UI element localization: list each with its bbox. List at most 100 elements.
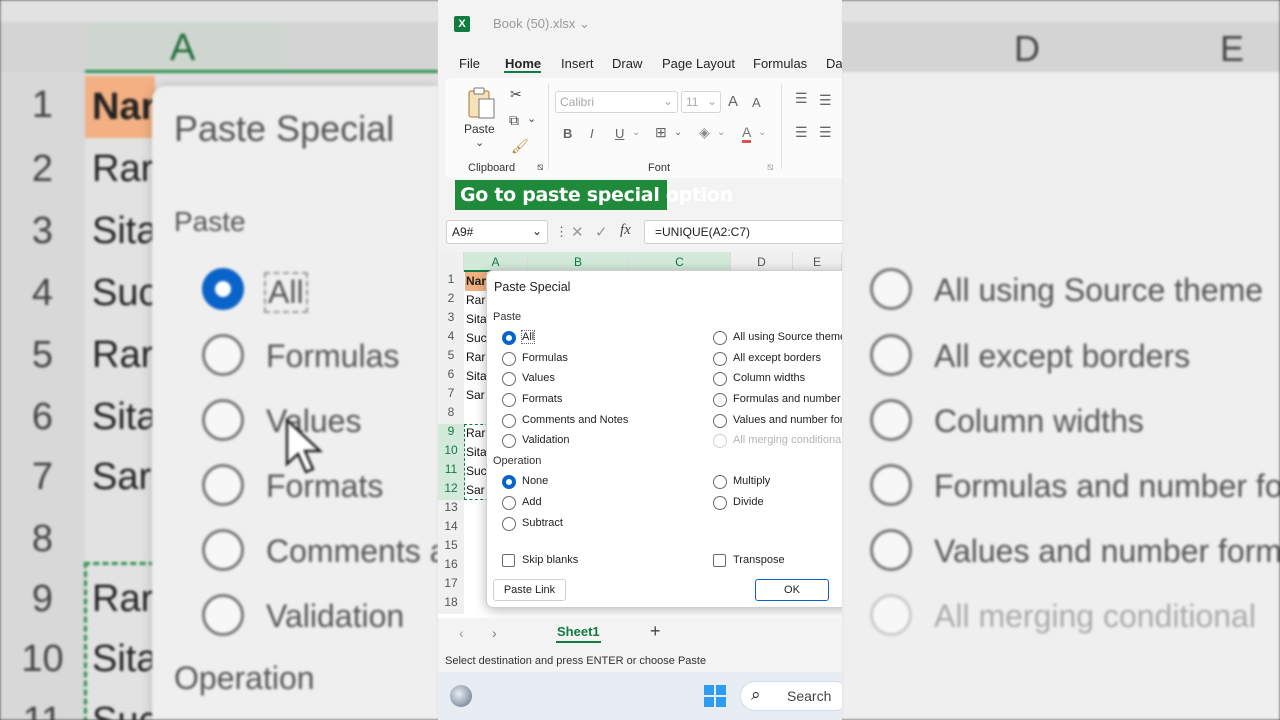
row-header[interactable]: 6 (438, 367, 464, 386)
tab-insert[interactable]: Insert (561, 56, 594, 71)
select-all-corner[interactable] (438, 252, 464, 272)
font-color-icon[interactable]: A (742, 124, 752, 143)
row-header[interactable]: 8 (438, 405, 464, 424)
row-header[interactable]: 2 (438, 291, 464, 310)
ok-button[interactable]: OK (755, 579, 829, 601)
bg-radio-icon (870, 529, 912, 571)
ribbon: Paste ⌄ ✂ ⧉ ⌄ 🖌 Clipboard ⧅ Calibri ⌄ 11 ⌄… (445, 78, 842, 178)
row-header[interactable]: 9 (438, 424, 464, 443)
header-cell[interactable]: Nar (465, 272, 487, 291)
shrink-font-icon[interactable]: A (752, 95, 761, 110)
row-header[interactable]: 17 (438, 576, 464, 595)
paste-icon[interactable] (466, 86, 496, 120)
tab-home[interactable]: Home (505, 56, 541, 71)
paste-button-label[interactable]: Paste (464, 122, 495, 136)
chevron-down-icon[interactable]: ⌄ (758, 127, 766, 138)
more-options-icon[interactable]: ⋮ (555, 224, 568, 240)
dialog-launcher-icon[interactable]: ⧅ (537, 162, 543, 173)
checkbox-label: Skip blanks (522, 554, 579, 566)
cell[interactable]: Rar (466, 293, 485, 307)
taskbar-search[interactable]: ⌕ Search (740, 681, 842, 711)
name-box[interactable]: A9# ⌄ (446, 220, 548, 244)
bold-button[interactable]: B (563, 126, 572, 141)
chevron-down-icon[interactable]: ⌄ (717, 127, 725, 138)
row-header[interactable]: 5 (438, 348, 464, 367)
cell[interactable]: Suc (466, 331, 487, 345)
radio-label: Divide (733, 496, 764, 508)
cancel-icon[interactable]: ✕ (571, 223, 584, 241)
column-header[interactable]: E (793, 252, 842, 272)
add-sheet-button[interactable]: + (650, 621, 661, 642)
bg-option: All except borders (934, 338, 1191, 374)
excel-logo-icon: X (454, 16, 470, 32)
row-header[interactable]: 18 (438, 595, 464, 614)
italic-button[interactable]: I (590, 126, 594, 141)
radio-label: Formulas and number fo (733, 393, 842, 405)
cut-icon[interactable]: ✂ (510, 86, 522, 103)
bg-row-number: 6 (31, 396, 54, 438)
document-title-text: Book (50).xlsx (493, 16, 576, 31)
row-header[interactable]: 1 (438, 272, 464, 291)
grow-font-icon[interactable]: A (728, 93, 738, 110)
chevron-down-icon[interactable]: ⌄ (527, 112, 536, 125)
sheet-tabs-bar: ‹ › Sheet1 + (438, 618, 842, 650)
row-header[interactable]: 13 (438, 500, 464, 519)
cell[interactable]: Sita (466, 369, 487, 383)
tab-formulas[interactable]: Formulas (753, 56, 807, 71)
chevron-down-icon[interactable]: ⌄ (475, 136, 484, 149)
radio-checked-icon (502, 475, 516, 489)
chevron-down-icon[interactable]: ⌄ (674, 127, 682, 138)
row-header[interactable]: 7 (438, 386, 464, 405)
checkbox-label: Transpose (733, 554, 785, 566)
tab-page-layout[interactable]: Page Layout (662, 56, 735, 71)
insert-function-icon[interactable]: fx (620, 222, 631, 239)
tab-data[interactable]: Da (826, 56, 842, 71)
column-header[interactable]: D (731, 252, 793, 272)
row-header[interactable]: 11 (438, 462, 464, 481)
cell[interactable]: Sar (466, 388, 485, 402)
fill-color-icon[interactable]: ◈ (699, 124, 710, 141)
enter-icon[interactable]: ✓ (595, 223, 608, 241)
formula-input[interactable]: =UNIQUE(A2:C7) (644, 220, 842, 244)
copy-icon[interactable]: ⧉ (509, 112, 519, 129)
chevron-right-icon[interactable]: › (492, 625, 497, 641)
dialog-launcher-icon[interactable]: ⧅ (767, 162, 773, 173)
sheet-tab-sheet1[interactable]: Sheet1 (556, 624, 601, 643)
bg-radio-icon (870, 334, 912, 376)
align-middle-icon[interactable]: ☰ (819, 92, 832, 109)
font-name-select[interactable]: Calibri ⌄ (555, 91, 678, 113)
bg-right-panel: D E All using Source theme All except bo… (842, 0, 1280, 720)
format-painter-icon[interactable]: 🖌 (511, 138, 529, 155)
row-header[interactable]: 4 (438, 329, 464, 348)
chevron-down-icon[interactable]: ⌄ (632, 127, 640, 138)
column-header[interactable]: B (528, 252, 629, 272)
row-header[interactable]: 14 (438, 519, 464, 538)
bg-option: Validation (266, 598, 405, 634)
align-center-icon[interactable]: ☰ (819, 124, 832, 141)
paste-link-button[interactable]: Paste Link (493, 579, 566, 601)
widgets-icon[interactable] (450, 685, 472, 707)
windows-start-icon[interactable] (704, 685, 726, 707)
align-left-icon[interactable]: ☰ (795, 124, 808, 141)
radio-label: All using Source theme (733, 331, 842, 343)
radio-icon (713, 393, 727, 407)
cell[interactable]: Rar (466, 350, 485, 364)
column-header[interactable]: C (629, 252, 731, 272)
cell[interactable]: Sita (466, 312, 487, 326)
underline-button[interactable]: U (615, 126, 624, 141)
row-header[interactable]: 12 (438, 481, 464, 500)
borders-icon[interactable]: ⊞ (655, 124, 667, 141)
row-header[interactable]: 10 (438, 443, 464, 462)
font-size-select[interactable]: 11 ⌄ (681, 91, 721, 113)
chevron-left-icon[interactable]: ‹ (459, 625, 464, 641)
bg-row-number: 2 (31, 148, 54, 190)
align-top-icon[interactable]: ☰ (795, 90, 808, 107)
row-header[interactable]: 16 (438, 557, 464, 576)
tab-draw[interactable]: Draw (612, 56, 642, 71)
tab-file[interactable]: File (459, 56, 480, 71)
row-header[interactable]: 15 (438, 538, 464, 557)
row-header[interactable]: 3 (438, 310, 464, 329)
column-header[interactable]: A (464, 252, 528, 272)
radio-icon (713, 475, 727, 489)
document-title[interactable]: Book (50).xlsx ⌄ (493, 16, 590, 32)
